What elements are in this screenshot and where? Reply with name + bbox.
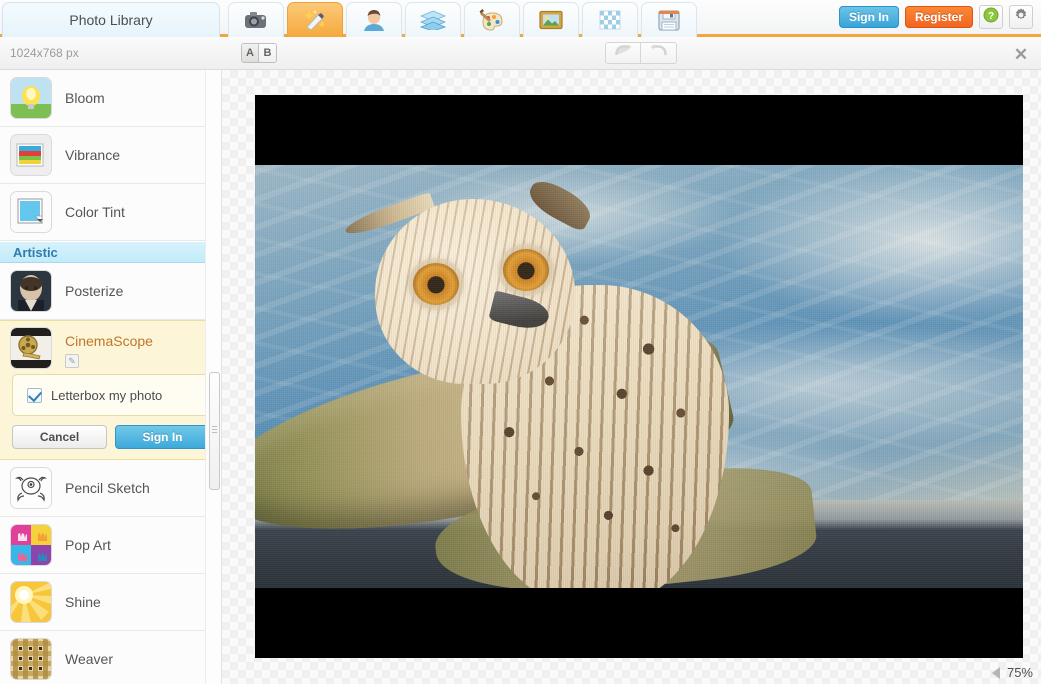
- gear-icon: [1013, 7, 1029, 28]
- vibrance-thumbnail: [10, 134, 52, 176]
- redo-button[interactable]: [641, 42, 677, 64]
- tab-photo-library-label: Photo Library: [69, 12, 152, 28]
- letterbox-checkbox[interactable]: [27, 388, 42, 403]
- help-button[interactable]: ?: [979, 5, 1003, 29]
- svg-text:?: ?: [988, 10, 994, 21]
- effect-action-buttons: Cancel Sign In: [12, 425, 210, 449]
- paint-tab[interactable]: [464, 2, 520, 37]
- compare-b-label[interactable]: B: [259, 44, 276, 62]
- image-canvas[interactable]: 75%: [222, 70, 1041, 684]
- undo-arrow-icon: [613, 44, 633, 63]
- effects-list: Bloom Vibrance: [0, 70, 222, 684]
- effects-sidebar: Bloom Vibrance: [0, 70, 222, 684]
- effect-item-color-tint[interactable]: Color Tint: [0, 184, 222, 241]
- tool-tab-strip: [228, 2, 697, 37]
- camera-icon: [243, 10, 269, 30]
- zoom-indicator: 75%: [992, 665, 1033, 680]
- edit-pencil-icon[interactable]: ✎: [65, 354, 79, 368]
- settings-button[interactable]: [1009, 5, 1033, 29]
- effect-item-weaver[interactable]: Weaver: [0, 631, 222, 684]
- effect-item-cinemascope[interactable]: CinemaScope ✎: [0, 321, 222, 374]
- effects-tab[interactable]: [287, 2, 343, 37]
- effect-label: Pop Art: [65, 537, 111, 553]
- picture-frame-icon: [539, 10, 563, 30]
- weaver-thumbnail: [10, 638, 52, 680]
- effect-label: Weaver: [65, 651, 113, 667]
- cancel-button[interactable]: Cancel: [12, 425, 107, 449]
- category-header-artistic: Artistic: [0, 241, 222, 263]
- effect-label: Posterize: [65, 283, 123, 299]
- magic-wand-icon: [302, 9, 328, 31]
- sign-in-button[interactable]: Sign In: [839, 6, 899, 28]
- effect-label: Shine: [65, 594, 101, 610]
- account-actions: Sign In Register ?: [839, 5, 1033, 29]
- layers-icon: [420, 10, 446, 30]
- checkerboard-icon: [599, 10, 621, 30]
- top-toolbar: Photo Library: [0, 0, 1041, 37]
- effect-item-shine[interactable]: Shine: [0, 574, 222, 631]
- sub-toolbar: 1024x768 px A B ✕: [0, 37, 1041, 70]
- effect-label: Color Tint: [65, 204, 125, 220]
- effect-item-bloom[interactable]: Bloom: [0, 70, 222, 127]
- touchup-tab[interactable]: [346, 2, 402, 37]
- save-tab[interactable]: [641, 2, 697, 37]
- undo-redo-group: [605, 42, 677, 64]
- close-button[interactable]: ✕: [1010, 43, 1032, 65]
- camera-tab[interactable]: [228, 2, 284, 37]
- sign-in-confirm-button[interactable]: Sign In: [115, 425, 210, 449]
- shine-thumbnail: [10, 581, 52, 623]
- photo-preview[interactable]: [255, 95, 1023, 658]
- color-tint-thumbnail: [10, 191, 52, 233]
- owl-head: [375, 199, 575, 384]
- effect-label: CinemaScope: [65, 333, 153, 349]
- triangle-left-icon[interactable]: [992, 667, 1000, 679]
- floppy-disk-icon: [658, 10, 680, 31]
- effect-label: Vibrance: [65, 147, 120, 163]
- zoom-level-label: 75%: [1007, 665, 1033, 680]
- sidebar-scrollbar-track[interactable]: [205, 70, 221, 684]
- transparency-tab[interactable]: [582, 2, 638, 37]
- effect-item-vibrance[interactable]: Vibrance: [0, 127, 222, 184]
- letterbox-checkbox-label: Letterbox my photo: [51, 388, 162, 403]
- active-effect-panel-cinemascope: CinemaScope ✎ Letterbox my photo Cancel …: [0, 320, 222, 460]
- owl-eye-right: [503, 249, 549, 291]
- compare-a-label[interactable]: A: [242, 44, 259, 62]
- effect-label: Bloom: [65, 90, 105, 106]
- bloom-thumbnail: [10, 77, 52, 119]
- effect-item-posterize[interactable]: Posterize: [0, 263, 222, 320]
- owl-eye-left: [413, 263, 459, 305]
- image-dimensions-label: 1024x768 px: [10, 46, 79, 60]
- register-button[interactable]: Register: [905, 6, 973, 28]
- film-reel-thumbnail: [10, 327, 52, 369]
- sidebar-scrollbar-thumb[interactable]: [209, 372, 220, 490]
- question-mark-icon: ?: [983, 7, 999, 28]
- layers-tab[interactable]: [405, 2, 461, 37]
- tab-photo-library[interactable]: Photo Library: [2, 2, 220, 37]
- portrait-icon: [362, 9, 386, 31]
- compare-ab-toggle[interactable]: A B: [241, 43, 277, 63]
- undo-button[interactable]: [605, 42, 641, 64]
- effect-options-box: Letterbox my photo: [12, 374, 210, 416]
- photo-content: [255, 165, 1023, 588]
- effect-item-pop-art[interactable]: Pop Art: [0, 517, 222, 574]
- effect-item-pencil-sketch[interactable]: Pencil Sketch: [0, 460, 222, 517]
- effect-label: Pencil Sketch: [65, 480, 150, 496]
- pop-art-thumbnail: [10, 524, 52, 566]
- posterize-thumbnail: [10, 270, 52, 312]
- frames-tab[interactable]: [523, 2, 579, 37]
- pencil-sketch-thumbnail: [10, 467, 52, 509]
- palette-icon: [479, 9, 505, 31]
- redo-arrow-icon: [649, 44, 669, 63]
